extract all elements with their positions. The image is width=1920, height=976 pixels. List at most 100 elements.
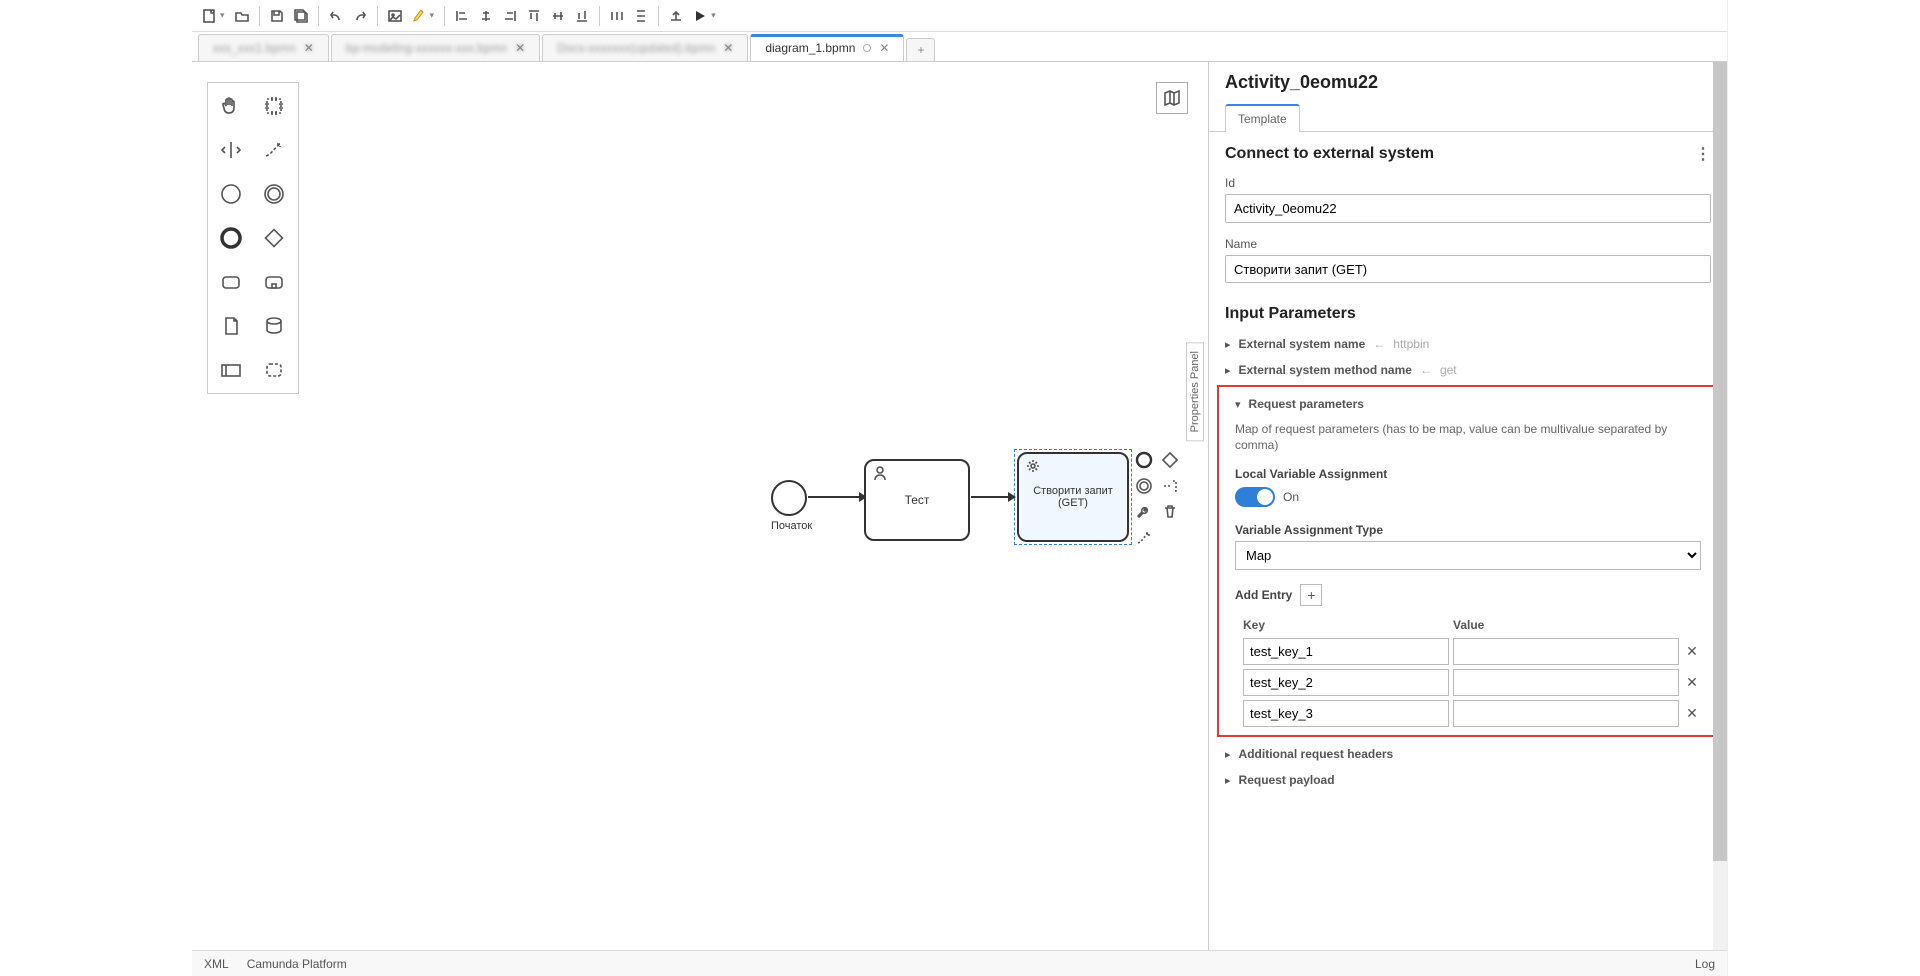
kv-value-input[interactable]: [1453, 700, 1679, 727]
align-bottom-icon[interactable]: [571, 5, 593, 27]
ctx-annotation-icon[interactable]: [1160, 476, 1180, 496]
diagram-canvas[interactable]: Початок Тест Створити запит (GET): [192, 62, 1209, 950]
run-icon[interactable]: [689, 5, 711, 27]
align-center-icon[interactable]: [475, 5, 497, 27]
separator: [259, 6, 260, 26]
lasso-tool-icon[interactable]: [259, 91, 289, 121]
kv-value-input[interactable]: [1453, 669, 1679, 696]
task-label-line1: Створити запит: [1033, 485, 1113, 497]
add-tab-button[interactable]: +: [906, 38, 935, 61]
align-left-icon[interactable]: [451, 5, 473, 27]
tab-file-1[interactable]: xxx_xxx1.bpmn ✕: [198, 34, 329, 61]
local-var-assignment-label: Local Variable Assignment: [1219, 461, 1717, 485]
service-task-node[interactable]: Створити запит (GET): [1017, 452, 1129, 542]
align-top-icon[interactable]: [523, 5, 545, 27]
kv-value-input[interactable]: [1453, 638, 1679, 665]
section-connect-title: Connect to external system: [1225, 145, 1434, 163]
request-payload-row[interactable]: Request payload: [1209, 767, 1727, 793]
kv-key-input[interactable]: [1243, 700, 1449, 727]
align-right-icon[interactable]: [499, 5, 521, 27]
align-middle-icon[interactable]: [547, 5, 569, 27]
highlight-icon[interactable]: [408, 5, 430, 27]
additional-headers-row[interactable]: Additional request headers: [1209, 741, 1727, 767]
new-file-dropdown[interactable]: ▾: [220, 10, 225, 21]
tab-file-4[interactable]: diagram_1.bpmn✕: [750, 34, 904, 61]
id-input[interactable]: [1225, 194, 1711, 223]
panel-scrollbar[interactable]: [1713, 62, 1727, 950]
data-object-icon[interactable]: [216, 311, 246, 341]
new-file-icon[interactable]: [198, 5, 220, 27]
close-icon[interactable]: ✕: [879, 41, 889, 55]
ext-name-hint: httpbin: [1393, 337, 1429, 351]
external-system-method-row[interactable]: External system method name ← get: [1209, 357, 1727, 383]
external-system-name-row[interactable]: External system name ← httpbin: [1209, 331, 1727, 357]
request-parameters-section: Request parameters Map of request parame…: [1217, 385, 1719, 737]
tab-file-3[interactable]: Docs-xxxxxxx(updated).bpmn✕: [542, 34, 748, 61]
properties-panel-handle[interactable]: Properties Panel: [1186, 342, 1204, 441]
highlight-dropdown[interactable]: ▾: [430, 10, 435, 21]
close-icon[interactable]: ✕: [723, 41, 733, 55]
tab-file-2[interactable]: bp-modeling-xxxxxx-xxx.bpmn✕: [331, 34, 540, 61]
toggle-state-label: On: [1283, 490, 1299, 504]
save-icon[interactable]: [266, 5, 288, 27]
tab-label: xxx_xxx1.bpmn: [213, 41, 296, 55]
var-assignment-type-select[interactable]: Map: [1235, 541, 1701, 570]
footer-xml-tab[interactable]: XML: [204, 957, 229, 971]
close-icon[interactable]: ✕: [304, 41, 314, 55]
data-store-icon[interactable]: [259, 311, 289, 341]
section-menu-icon[interactable]: ⋮: [1695, 144, 1711, 164]
ctx-trash-icon[interactable]: [1160, 502, 1180, 522]
ctx-gateway-icon[interactable]: [1160, 450, 1180, 470]
open-file-icon[interactable]: [231, 5, 253, 27]
arrow-left-icon: ←: [1373, 337, 1385, 351]
run-dropdown[interactable]: ▾: [711, 10, 716, 21]
redo-icon[interactable]: [349, 5, 371, 27]
undo-icon[interactable]: [325, 5, 347, 27]
main-toolbar: ▾ ▾ ▾: [192, 0, 1727, 32]
local-var-toggle[interactable]: [1235, 487, 1275, 507]
minimap-toggle[interactable]: [1156, 82, 1188, 114]
ctx-wrench-icon[interactable]: [1134, 502, 1154, 522]
space-tool-icon[interactable]: [216, 135, 246, 165]
group-icon[interactable]: [259, 355, 289, 385]
connect-tool-icon[interactable]: [259, 135, 289, 165]
footer-log-tab[interactable]: Log: [1695, 957, 1715, 971]
user-task-node[interactable]: Тест: [864, 459, 970, 541]
remove-entry-icon[interactable]: ✕: [1683, 705, 1701, 722]
deploy-icon[interactable]: [665, 5, 687, 27]
task-icon[interactable]: [216, 267, 246, 297]
unsaved-dot-icon: [863, 44, 871, 52]
subprocess-icon[interactable]: [259, 267, 289, 297]
arrow-left-icon: ←: [1420, 363, 1432, 377]
add-entry-button[interactable]: +: [1300, 584, 1322, 606]
ctx-intermediate-event-icon[interactable]: [1134, 476, 1154, 496]
remove-entry-icon[interactable]: ✕: [1683, 643, 1701, 660]
sequence-flow[interactable]: [971, 496, 1015, 498]
pool-icon[interactable]: [216, 355, 246, 385]
tab-template[interactable]: Template: [1225, 104, 1300, 132]
hand-tool-icon[interactable]: [216, 91, 246, 121]
remove-entry-icon[interactable]: ✕: [1683, 674, 1701, 691]
ext-method-hint: get: [1440, 363, 1457, 377]
request-params-toggle[interactable]: Request parameters: [1219, 391, 1717, 417]
start-event-icon[interactable]: [216, 179, 246, 209]
name-input[interactable]: [1225, 255, 1711, 283]
end-event-icon[interactable]: [216, 223, 246, 253]
distribute-v-icon[interactable]: [630, 5, 652, 27]
status-bar: XML Camunda Platform Log: [192, 950, 1727, 976]
sequence-flow[interactable]: [808, 496, 866, 498]
kv-key-input[interactable]: [1243, 669, 1449, 696]
ctx-end-event-icon[interactable]: [1134, 450, 1154, 470]
distribute-h-icon[interactable]: [606, 5, 628, 27]
image-icon[interactable]: [384, 5, 406, 27]
intermediate-event-icon[interactable]: [259, 179, 289, 209]
ctx-connect-icon[interactable]: [1134, 528, 1154, 548]
ext-name-label: External system name: [1239, 337, 1366, 351]
gateway-icon[interactable]: [259, 223, 289, 253]
close-icon[interactable]: ✕: [515, 41, 525, 55]
properties-panel: Activity_0eomu22 Template Connect to ext…: [1209, 62, 1727, 950]
start-event-node[interactable]: Початок: [771, 480, 812, 532]
save-all-icon[interactable]: [290, 5, 312, 27]
kv-key-input[interactable]: [1243, 638, 1449, 665]
footer-platform-tab[interactable]: Camunda Platform: [247, 957, 347, 971]
